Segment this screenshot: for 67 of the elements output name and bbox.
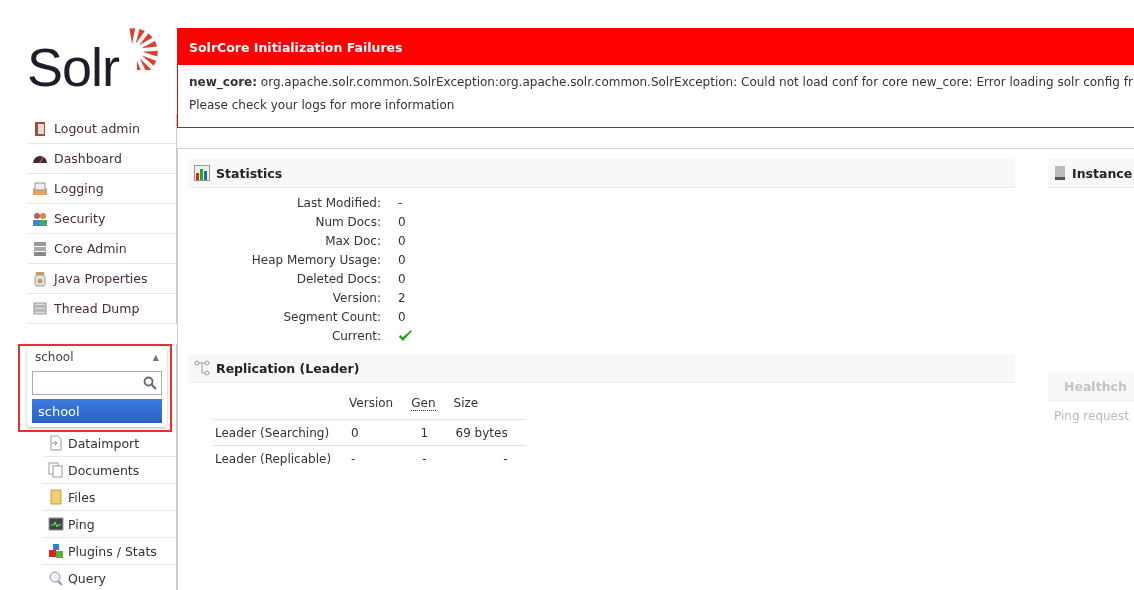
door-icon xyxy=(32,120,48,137)
stat-value: 0 xyxy=(398,233,407,250)
tray-icon xyxy=(32,180,48,197)
nav-item[interactable]: Java Properties xyxy=(27,264,176,294)
stat-value: 2 xyxy=(398,290,407,307)
jar-icon xyxy=(32,270,48,287)
stat-label: Version: xyxy=(331,290,381,307)
core-menu-item[interactable]: Files xyxy=(42,484,176,511)
stat-label: Num Docs: xyxy=(314,214,381,231)
nav-item[interactable]: Logout admin xyxy=(27,114,176,144)
stat-label: Heap Memory Usage: xyxy=(250,252,381,269)
people-icon xyxy=(32,210,48,227)
file-import-icon xyxy=(48,435,64,451)
core-menu-item[interactable]: Ping xyxy=(42,511,176,538)
bar-chart-icon xyxy=(194,165,210,181)
section-title: Replication (Leader) xyxy=(216,360,360,376)
error-note: Please check your logs for more information xyxy=(189,98,456,112)
blocks-icon xyxy=(48,543,64,559)
table-cell: 69 bytes xyxy=(455,425,508,440)
section-title: Statistics xyxy=(216,165,283,181)
stat-value: 0 xyxy=(398,309,407,326)
server-icon xyxy=(1054,165,1066,181)
caret-icon: ▲ xyxy=(152,352,159,362)
error-message: new_core: org.apache.solr.common.SolrException:org.apache.solr.common.SolrException: Could not load conf for core new_core: Error loading solr config fr xyxy=(189,75,1134,89)
stack-icon xyxy=(32,300,48,317)
monitor-icon xyxy=(48,516,64,532)
stat-value: 0 xyxy=(398,252,407,269)
folder-icon xyxy=(48,489,64,505)
nav-item[interactable]: Dashboard xyxy=(27,144,176,174)
search-icon xyxy=(143,376,157,390)
column-header: Version xyxy=(349,396,394,410)
core-menu-item[interactable]: Plugins / Stats xyxy=(42,538,176,565)
nav-item[interactable]: Security xyxy=(27,204,176,234)
table-cell: - xyxy=(503,451,508,466)
ping-text: Ping request xyxy=(1053,408,1130,425)
dropdown-option[interactable]: school xyxy=(32,399,162,423)
table-cell: - xyxy=(351,451,356,466)
core-menu-item[interactable]: Query xyxy=(42,565,176,590)
core-menu-item[interactable]: Documents xyxy=(42,457,176,484)
stat-label: Max Doc: xyxy=(324,233,381,250)
core-selector[interactable]: school ▲ xyxy=(27,347,167,367)
table-cell: 0 xyxy=(351,425,359,440)
search-field[interactable] xyxy=(32,371,162,395)
stat-label: Current: xyxy=(330,328,381,345)
stat-value: 0 xyxy=(398,271,407,288)
table-cell: - xyxy=(422,451,427,466)
table-cell: 1 xyxy=(420,425,429,440)
stat-value: 0 xyxy=(398,214,407,231)
table-cell: Leader (Searching) xyxy=(215,425,330,440)
section-title: Instance xyxy=(1072,165,1133,181)
stat-label: Deleted Docs: xyxy=(295,271,381,288)
server-rack-icon xyxy=(32,240,48,257)
nav-item[interactable]: Core Admin xyxy=(27,234,176,264)
logo-text: Solr xyxy=(27,40,120,94)
core-menu-item[interactable]: Dataimport xyxy=(42,430,176,457)
stat-label: Last Modified: xyxy=(295,195,381,212)
table-cell: Leader (Replicable) xyxy=(215,451,332,466)
magnifier-icon xyxy=(48,570,64,586)
tree-icon xyxy=(194,360,210,376)
nav-item[interactable]: Logging xyxy=(27,174,176,204)
column-header: Size xyxy=(453,396,479,410)
column-header: Gen xyxy=(411,396,436,411)
documents-icon xyxy=(48,462,64,478)
nav-item[interactable]: Thread Dump xyxy=(27,294,176,324)
stat-value: - xyxy=(398,195,404,212)
stat-label: Segment Count: xyxy=(282,309,381,326)
error-title: SolrCore Initialization Failures xyxy=(178,29,1134,65)
